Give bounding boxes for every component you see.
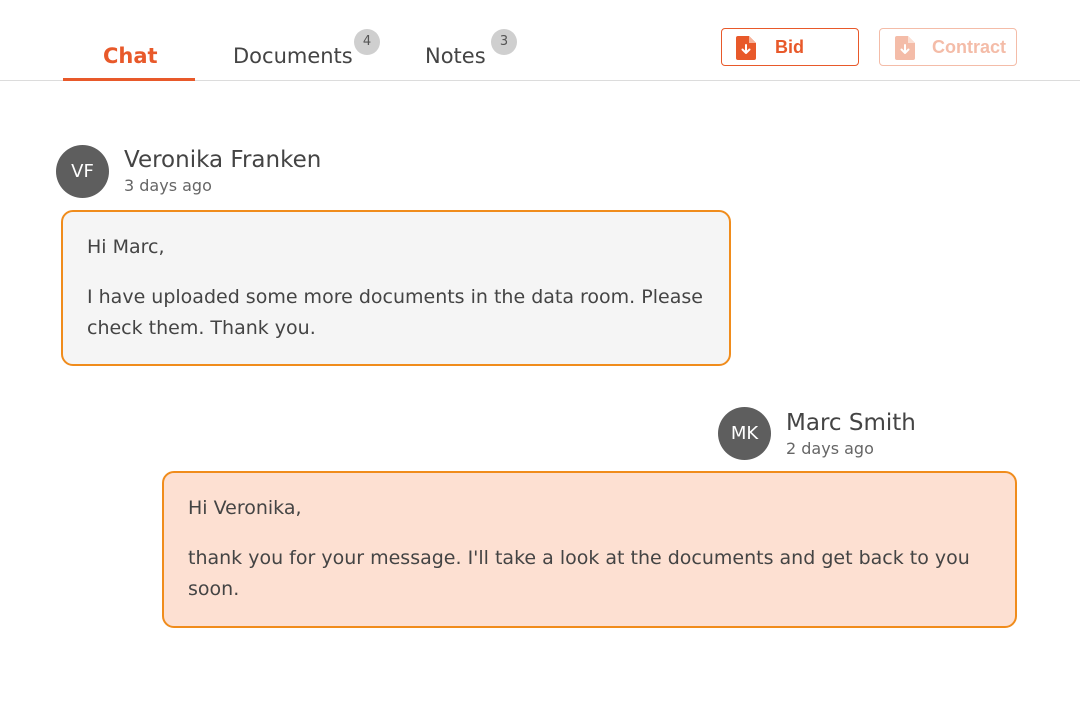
- documents-count-badge: 4: [354, 29, 380, 55]
- contract-button-label: Contract: [932, 37, 1007, 57]
- message-author: Marc Smith: [786, 410, 916, 436]
- document-download-icon: [736, 36, 756, 60]
- contract-button[interactable]: Contract: [879, 28, 1017, 66]
- notes-count-badge: 3: [491, 29, 517, 55]
- message-bubble: Hi Veronika, thank you for your message.…: [162, 471, 1017, 628]
- message-timestamp: 2 days ago: [786, 439, 874, 458]
- message-timestamp: 3 days ago: [124, 176, 212, 195]
- active-tab-indicator: [63, 78, 195, 81]
- avatar: MK: [718, 407, 771, 460]
- message-greeting: Hi Veronika,: [188, 497, 302, 519]
- top-bar: Chat Documents 4 Notes 3 Bid Contract: [0, 0, 1080, 81]
- bid-button-label: Bid: [775, 37, 804, 57]
- message-greeting: Hi Marc,: [87, 236, 165, 258]
- tab-documents[interactable]: Documents: [233, 44, 353, 68]
- message-bubble: Hi Marc, I have uploaded some more docum…: [61, 210, 731, 366]
- message-author: Veronika Franken: [124, 147, 322, 173]
- message-body: I have uploaded some more documents in t…: [87, 286, 703, 339]
- document-download-icon: [895, 36, 915, 60]
- tab-notes[interactable]: Notes: [425, 44, 486, 68]
- message-body: thank you for your message. I'll take a …: [188, 547, 970, 600]
- tab-chat[interactable]: Chat: [103, 44, 158, 68]
- avatar: VF: [56, 145, 109, 198]
- bid-button[interactable]: Bid: [721, 28, 859, 66]
